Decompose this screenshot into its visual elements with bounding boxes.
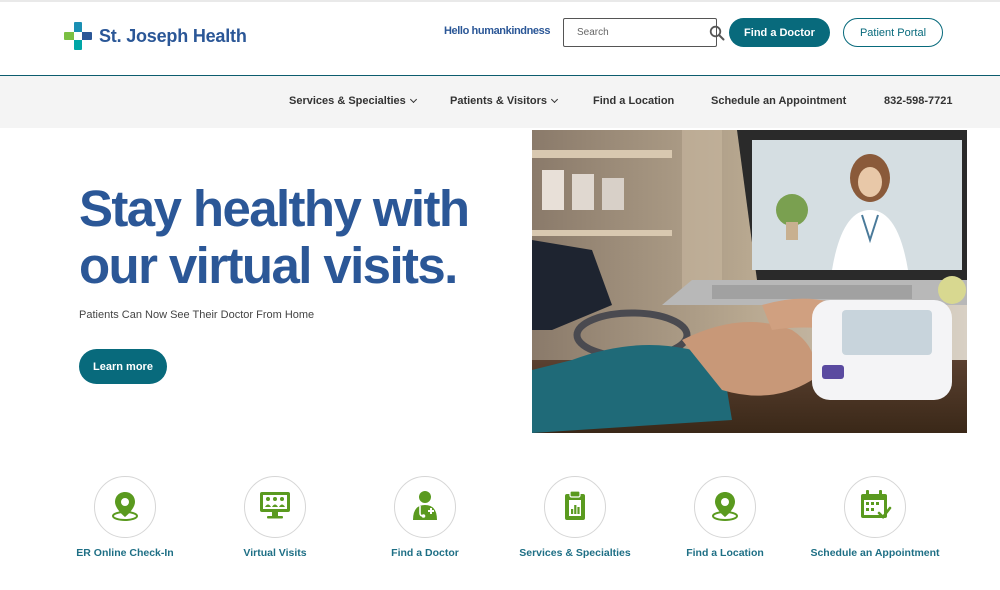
site-header: St. Joseph Health Hello humankindness Fi…	[0, 2, 1000, 75]
nav-item-services[interactable]: Services & Specialties	[289, 95, 417, 107]
tagline: Hello humankindness	[444, 25, 551, 37]
quick-link-circle[interactable]	[844, 476, 906, 538]
nav-item-schedule[interactable]: Schedule an Appointment	[711, 95, 846, 107]
quick-link-circle[interactable]	[544, 476, 606, 538]
learn-more-button[interactable]: Learn more	[79, 349, 167, 384]
nav-item-label: Services & Specialties	[289, 95, 406, 107]
quick-link-circle[interactable]	[394, 476, 456, 538]
quick-link-label[interactable]: Find a Doctor	[350, 547, 500, 559]
clipboard-chart-icon	[558, 488, 592, 527]
quick-link-circle[interactable]	[694, 476, 756, 538]
phone-number: 832-598-7721	[884, 95, 953, 107]
cross-logo-icon	[63, 21, 93, 51]
doctor-icon	[408, 488, 442, 527]
quick-link-circle[interactable]	[94, 476, 156, 538]
quick-link-label[interactable]: ER Online Check-In	[50, 547, 200, 559]
location-pin-icon	[108, 488, 142, 527]
nav-item-patients-visitors[interactable]: Patients & Visitors	[450, 95, 559, 107]
nav-item-phone[interactable]: 832-598-7721	[884, 95, 953, 107]
quick-link-circle[interactable]	[244, 476, 306, 538]
quick-link-label[interactable]: Schedule an Appointment	[800, 547, 950, 559]
main-nav: Services & Specialties Patients & Visito…	[0, 75, 1000, 128]
chevron-down-icon	[409, 95, 417, 104]
hero-photo	[532, 130, 967, 433]
chevron-down-icon	[550, 95, 559, 104]
logo-text: St. Joseph Health	[99, 25, 247, 46]
quick-link-label[interactable]: Virtual Visits	[200, 547, 350, 559]
quick-link-label[interactable]: Services & Specialties	[500, 547, 650, 559]
quick-link-label[interactable]: Find a Location	[650, 547, 800, 559]
search-input[interactable]	[564, 19, 709, 46]
search-icon[interactable]	[709, 25, 725, 41]
nav-item-find-location[interactable]: Find a Location	[593, 95, 674, 107]
nav-item-label: Patients & Visitors	[450, 95, 547, 107]
hero-title: Stay healthy with our virtual visits.	[79, 180, 470, 294]
site-logo[interactable]: St. Joseph Health	[63, 20, 247, 52]
patient-portal-button[interactable]: Patient Portal	[843, 18, 943, 47]
location-pin-icon	[708, 488, 742, 527]
calendar-check-icon	[857, 488, 893, 527]
find-doctor-button[interactable]: Find a Doctor	[729, 18, 830, 47]
nav-item-label: Find a Location	[593, 95, 675, 107]
nav-item-label: Schedule an Appointment	[711, 95, 847, 107]
hero-subtitle: Patients Can Now See Their Doctor From H…	[79, 309, 315, 321]
search-box[interactable]	[563, 18, 725, 47]
video-conference-icon	[257, 488, 293, 527]
